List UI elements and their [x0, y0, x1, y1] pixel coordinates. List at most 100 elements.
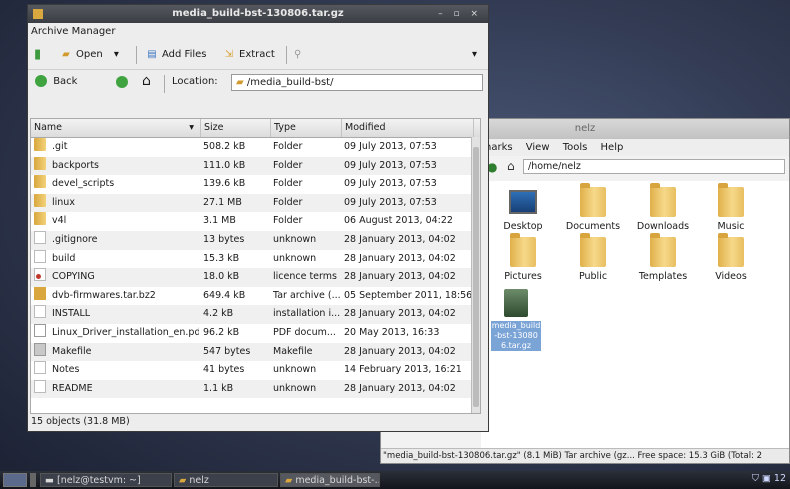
- cell-name: README: [34, 379, 199, 399]
- archive-file-list[interactable]: Name ▾ Size Type Modified .git 508.2 kB Fol…: [30, 118, 481, 414]
- cell-name: .gitignore: [34, 230, 199, 250]
- table-row[interactable]: INSTALL 4.2 kB installation i... 28 January…: [31, 305, 480, 324]
- task-archive-manager[interactable]: ▰ media_build-bst-...: [280, 473, 380, 487]
- column-size[interactable]: Size: [201, 119, 271, 137]
- location-label: Location:: [172, 76, 218, 87]
- file-name: v4l: [52, 215, 67, 227]
- cell-modified: 09 July 2013, 07:53: [344, 196, 437, 208]
- table-row[interactable]: Notes 41 bytes unknown 14 February 2013, 16…: [31, 361, 480, 380]
- table-row[interactable]: README 1.1 kB unknown 28 January 2013, 04:0…: [31, 379, 480, 399]
- table-row[interactable]: .gitignore 13 bytes unknown 28 January 2013…: [31, 230, 480, 250]
- table-row[interactable]: backports 111.0 kB Folder 09 July 2013, 07:…: [31, 156, 480, 176]
- file-manager-status: "media_build-bst-130806.tar.gz" (8.1 MiB…: [381, 448, 789, 463]
- file-icon: [34, 361, 46, 375]
- file-name: INSTALL: [52, 308, 91, 320]
- new-archive-icon[interactable]: ▮: [34, 47, 41, 63]
- toolbar-overflow-icon[interactable]: ▾: [472, 47, 477, 63]
- show-desktop-button[interactable]: [30, 473, 36, 487]
- icon-label: Videos: [715, 271, 747, 282]
- menu-tools[interactable]: Tools: [563, 142, 588, 153]
- table-row[interactable]: linux 27.1 MB Folder 09 July 2013, 07:53: [31, 193, 480, 213]
- add-files-label: Add Files: [162, 49, 207, 60]
- up-icon[interactable]: [116, 76, 128, 88]
- column-type[interactable]: Type: [271, 119, 342, 137]
- task-label: nelz: [189, 475, 209, 486]
- table-row[interactable]: Linux_Driver_installation_en.pdf 96.2 kB P…: [31, 323, 480, 343]
- table-row[interactable]: v4l 3.1 MB Folder 06 August 2013, 04:22: [31, 212, 480, 231]
- open-label: Open: [76, 49, 103, 60]
- file-manager-icon-view: Desktop Documents Downloads Music Pictur…: [481, 181, 789, 449]
- icon-desktop[interactable]: Desktop: [491, 187, 555, 232]
- task-terminal[interactable]: ▬ [nelz@testvm: ~]: [40, 473, 172, 487]
- clock[interactable]: 12: [774, 473, 786, 484]
- column-modified[interactable]: Modified: [342, 119, 474, 137]
- archive-manager-window[interactable]: media_build-bst-130806.tar.gz – ▫ × Arch…: [27, 4, 489, 432]
- chevron-down-icon[interactable]: ▾: [114, 49, 119, 60]
- table-row[interactable]: dvb-firmwares.tar.bz2 649.4 kB Tar archive…: [31, 286, 480, 306]
- folder-icon: [650, 183, 676, 217]
- location-input[interactable]: ▰ /media_build-bst/: [231, 74, 483, 91]
- table-row[interactable]: Makefile 547 bytes Makefile 28 January 2013…: [31, 342, 480, 362]
- scrollbar-thumb[interactable]: [473, 147, 479, 407]
- open-folder-icon: ▰: [62, 49, 70, 60]
- icon-videos[interactable]: Videos: [699, 233, 763, 282]
- archive-titlebar[interactable]: media_build-bst-130806.tar.gz – ▫ ×: [28, 5, 488, 23]
- cell-type: installation i...: [273, 308, 341, 320]
- cell-size: 41 bytes: [203, 364, 245, 376]
- folder-icon: [34, 193, 46, 207]
- archive-icon: [504, 289, 528, 317]
- menu-help[interactable]: Help: [601, 142, 624, 153]
- sort-down-icon: ▾: [189, 122, 194, 133]
- cell-name: .git: [34, 138, 199, 157]
- table-row[interactable]: build 15.3 kB unknown 28 January 2013, 04:0…: [31, 249, 480, 269]
- icon-archive-selected[interactable]: media_build-bst-130806.tar.gz: [491, 289, 541, 351]
- file-name: .gitignore: [52, 233, 98, 245]
- list-body: .git 508.2 kB Folder 09 July 2013, 07:53 bac…: [31, 138, 480, 399]
- home-icon[interactable]: ⌂: [142, 73, 151, 89]
- cell-name: linux: [34, 193, 199, 213]
- cell-modified: 28 January 2013, 04:02: [344, 382, 456, 394]
- back-button[interactable]: Back: [35, 75, 77, 87]
- open-button[interactable]: ▰ Open ▾: [58, 47, 119, 63]
- cell-type: unknown: [273, 233, 317, 245]
- file-name: build: [52, 252, 76, 264]
- menu-bookmarks[interactable]: harks: [485, 142, 513, 153]
- file-icon: [34, 305, 46, 319]
- icon-public[interactable]: Public: [561, 233, 625, 282]
- file-name: linux: [52, 196, 75, 208]
- back-label: Back: [53, 76, 78, 87]
- cell-size: 139.6 kB: [203, 178, 246, 190]
- shield-icon[interactable]: ⛉: [752, 473, 759, 484]
- folder-icon: [34, 212, 46, 226]
- column-name[interactable]: Name ▾: [31, 119, 201, 137]
- forward-icon[interactable]: [90, 76, 102, 88]
- icon-downloads[interactable]: Downloads: [631, 183, 695, 232]
- system-tray: ⛉ ▣ 12: [752, 473, 786, 484]
- network-icon[interactable]: ▣: [762, 473, 771, 484]
- menu-archive-manager[interactable]: Archive Manager: [31, 26, 115, 37]
- icon-documents[interactable]: Documents: [561, 183, 625, 232]
- table-row[interactable]: devel_scripts 139.6 kB Folder 09 July 2013,…: [31, 175, 480, 194]
- cell-size: 4.2 kB: [203, 308, 234, 320]
- icon-pictures[interactable]: Pictures: [491, 233, 555, 282]
- add-files-button[interactable]: ▤ Add Files: [144, 47, 206, 63]
- folder-icon: [580, 233, 606, 267]
- task-file-manager[interactable]: ▰ nelz: [174, 473, 278, 487]
- extract-button[interactable]: ⇲ Extract: [221, 47, 275, 63]
- vertical-scrollbar[interactable]: [471, 137, 480, 413]
- file-manager-location-input[interactable]: /home/nelz: [523, 159, 785, 174]
- home-icon[interactable]: ⌂: [507, 159, 515, 173]
- table-row[interactable]: COPYING 18.0 kB licence terms 28 January 20…: [31, 268, 480, 287]
- file-name: dvb-firmwares.tar.bz2: [52, 289, 156, 301]
- folder-icon: [650, 233, 676, 267]
- menu-view[interactable]: View: [526, 142, 550, 153]
- icon-music[interactable]: Music: [699, 183, 763, 232]
- cell-modified: 09 July 2013, 07:53: [344, 178, 437, 190]
- icon-templates[interactable]: Templates: [631, 233, 695, 282]
- window-controls[interactable]: – ▫ ×: [438, 5, 482, 23]
- search-icon[interactable]: ⚲: [294, 47, 301, 63]
- archive-navbar: Back ⌂ Location: ▰ /media_build-bst/: [28, 70, 488, 96]
- table-row[interactable]: .git 508.2 kB Folder 09 July 2013, 07:53: [31, 138, 480, 157]
- start-menu-button[interactable]: [3, 473, 27, 487]
- icon-label: media_build-bst-130806.tar.gz: [491, 321, 541, 351]
